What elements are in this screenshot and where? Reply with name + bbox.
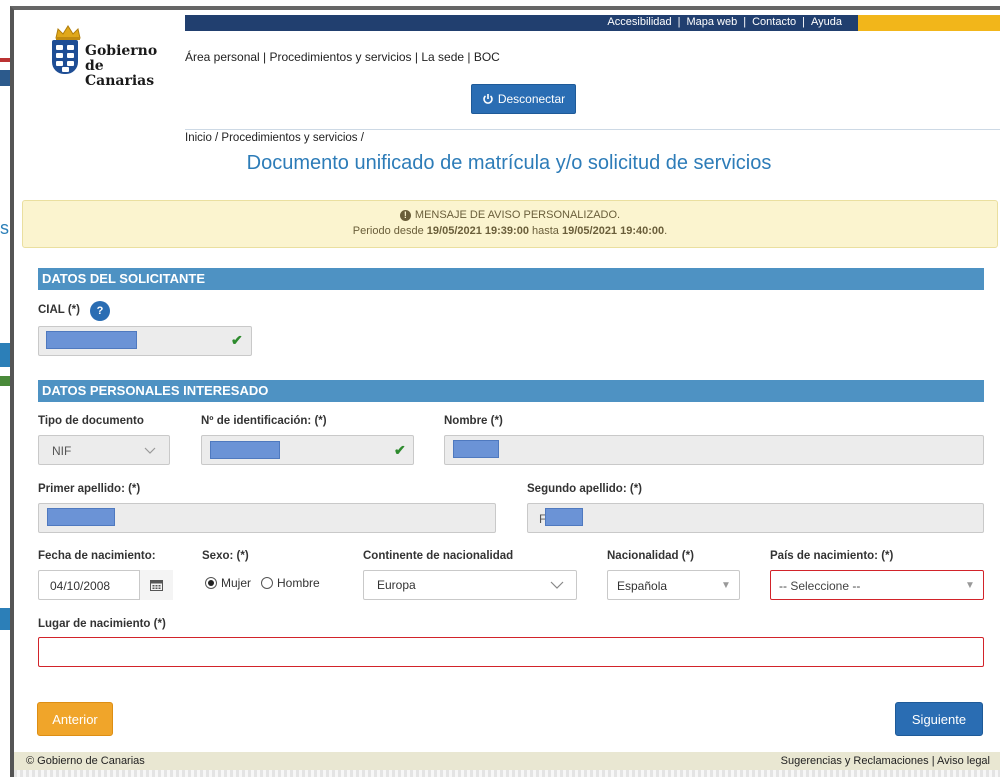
sexo-label: Sexo: (*) (202, 550, 249, 562)
warning-icon: ! (399, 209, 411, 221)
redacted-primer-apellido (47, 508, 115, 526)
disconnect-button[interactable]: Desconectar (471, 84, 576, 114)
page-title: Documento unificado de matrícula y/o sol… (246, 152, 772, 174)
fecha-nacimiento-value: 04/10/2008 (50, 579, 111, 593)
background-glyph: s (0, 218, 9, 238)
notice-from: 19/05/2021 19:39:00 (426, 225, 529, 237)
continente-value: Europa (377, 578, 416, 592)
crown-icon (55, 25, 81, 40)
link-accesibilidad[interactable]: Accesibilidad (607, 16, 671, 28)
radio-mujer-label: Mujer (221, 576, 252, 590)
pais-nacimiento-label: País de nacimiento: (*) (770, 550, 894, 562)
lugar-nacimiento-label: Lugar de nacimiento (*) (38, 618, 166, 630)
chevron-down-icon (144, 447, 156, 454)
section-solicitante: DATOS DEL SOLICITANTE (38, 268, 984, 290)
breadcrumb[interactable]: Inicio / Procedimientos y servicios / (185, 132, 364, 144)
redacted-nombre (453, 440, 499, 458)
chevron-down-icon: ▼ (721, 580, 731, 591)
segundo-apellido-field[interactable] (527, 503, 984, 533)
tipo-documento-value: NIF (52, 444, 72, 458)
check-icon: ✔ (394, 442, 406, 458)
brand-name: Gobierno de Canarias (85, 44, 170, 89)
site-links[interactable]: Área personal | Procedimientos y servici… (185, 50, 500, 64)
help-icon[interactable]: ? (90, 301, 110, 321)
header-divider (185, 129, 1000, 130)
shield-icon (52, 40, 78, 74)
nombre-field[interactable] (444, 435, 984, 465)
redacted-cial (46, 331, 137, 349)
calendar-icon (150, 580, 163, 591)
link-ayuda[interactable]: Ayuda (811, 16, 842, 28)
disconnect-label: Desconectar (497, 92, 566, 106)
notice-period: Periodo desde 19/05/2021 19:39:00 hasta … (23, 225, 997, 237)
notice-banner: ! MENSAJE DE AVISO PERSONALIZADO. Period… (22, 200, 998, 248)
fecha-nacimiento-label: Fecha de nacimiento: (38, 550, 156, 562)
top-links: Accesibilidad | Mapa web | Contacto | Ayuda (607, 16, 842, 28)
brand-accent-bar (858, 15, 1000, 31)
radio-mujer[interactable] (205, 577, 217, 589)
gobierno-logo[interactable]: Gobierno de Canarias (50, 24, 170, 89)
redacted-identificacion (210, 441, 280, 459)
notice-middle: hasta (532, 225, 559, 237)
footer-strip (14, 770, 1000, 777)
footer-copyright: © Gobierno de Canarias (26, 755, 145, 767)
brand-line-2: de Canarias (85, 58, 155, 89)
power-icon (483, 94, 493, 104)
notice-title: MENSAJE DE AVISO PERSONALIZADO. (414, 209, 621, 221)
cial-label: CIAL (*) (38, 304, 80, 316)
brand-line-1: Gobierno (85, 43, 158, 59)
redacted-segundo-apellido (545, 508, 583, 526)
tipo-documento-label: Tipo de documento (38, 415, 144, 427)
link-mapa-web[interactable]: Mapa web (686, 16, 737, 28)
chevron-down-icon: ▼ (965, 580, 975, 591)
radio-hombre[interactable] (261, 577, 274, 589)
segundo-apellido-label: Segundo apellido: (*) (527, 483, 642, 495)
continente-label: Continente de nacionalidad (363, 550, 514, 562)
nombre-label: Nombre (*) (444, 415, 503, 427)
notice-to: 19/05/2021 19:40:00 (562, 225, 665, 237)
chevron-down-icon (550, 581, 564, 589)
notice-suffix: . (664, 225, 668, 237)
siguiente-button[interactable]: Siguiente (895, 702, 983, 736)
sexo-radio-group: Mujer Hombre (205, 576, 320, 590)
nacionalidad-label: Nacionalidad (*) (607, 550, 694, 562)
top-navigation: Accesibilidad | Mapa web | Contacto | Ayuda (185, 15, 1000, 31)
check-icon: ✔ (231, 332, 243, 348)
footer-links[interactable]: Sugerencias y Reclamaciones | Aviso lega… (781, 752, 990, 770)
numero-identificacion-label: Nº de identificación: (*) (201, 415, 327, 427)
section-interesado: DATOS PERSONALES INTERESADO (38, 380, 984, 402)
app-window: Accesibilidad | Mapa web | Contacto | Ayuda Go… (10, 6, 1000, 777)
primer-apellido-label: Primer apellido: (*) (38, 483, 141, 495)
background-block (0, 70, 10, 86)
notice-prefix: Periodo desde (352, 225, 424, 237)
lugar-nacimiento-field[interactable] (38, 637, 984, 667)
radio-hombre-label: Hombre (277, 576, 320, 590)
nacionalidad-value: Española (617, 579, 668, 593)
calendar-button[interactable] (139, 570, 173, 600)
footer: © Gobierno de Canarias Sugerencias y Rec… (14, 752, 1000, 770)
pais-nacimiento-placeholder: -- Seleccione -- (779, 579, 861, 593)
anterior-button[interactable]: Anterior (37, 702, 113, 736)
link-contacto[interactable]: Contacto (752, 16, 796, 28)
